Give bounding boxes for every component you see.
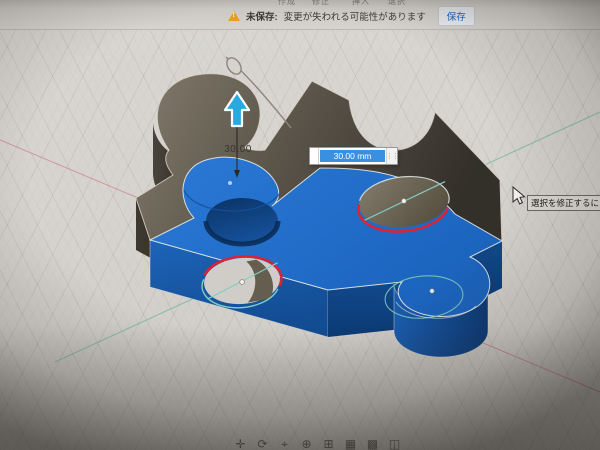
hint-tooltip: 選択を修正するには — [527, 195, 600, 211]
orbit-icon[interactable]: ⟳ — [255, 437, 270, 450]
view-navigation-bar: ✛ ⟳ ⌖ ⊕ ⊞ ▦ ▩ ◫ — [233, 437, 402, 450]
zoom-icon[interactable]: ⊕ — [299, 437, 314, 450]
input-spinner-area[interactable] — [310, 148, 319, 164]
hint-tooltip-text: 選択を修正するには — [531, 198, 600, 208]
grid-settings-icon[interactable]: ▩ — [365, 437, 380, 450]
display-settings-icon[interactable]: ▦ — [343, 437, 358, 450]
circle-center-point[interactable] — [401, 198, 407, 204]
model-scene — [0, 56, 600, 393]
dimension-input[interactable]: 30.00 mm ⋮⋮ — [309, 147, 399, 165]
application-window: 作成 修正 挿入 選択 未保存: 変更が失われる可能性があります 保存 30.0… — [0, 0, 600, 450]
save-button[interactable]: 保存 — [437, 6, 475, 26]
viewport-3d[interactable] — [0, 0, 600, 450]
warning-triangle-icon — [228, 11, 240, 21]
pan-icon[interactable]: ✛ — [233, 437, 248, 450]
unsaved-title: 未保存: — [246, 12, 278, 23]
mouse-cursor-icon — [512, 186, 526, 205]
look-at-icon[interactable]: ⌖ — [277, 437, 292, 450]
extrude-dimension-label: 30.00 — [224, 144, 252, 155]
fit-icon[interactable]: ⊞ — [321, 437, 336, 450]
unsaved-message: 変更が失われる可能性があります — [283, 12, 426, 23]
blue-front-right-face — [328, 282, 402, 337]
drag-handle-icon[interactable]: ⋮⋮ — [386, 148, 399, 164]
circle-center-point[interactable] — [239, 279, 245, 285]
dimension-value-field[interactable]: 30.00 mm — [320, 150, 385, 162]
alert-bar: 作成 修正 挿入 選択 未保存: 変更が失われる可能性があります 保存 — [0, 0, 600, 30]
viewports-icon[interactable]: ◫ — [387, 437, 402, 450]
circle-center-point — [429, 288, 435, 294]
knob-center-point — [228, 181, 232, 185]
